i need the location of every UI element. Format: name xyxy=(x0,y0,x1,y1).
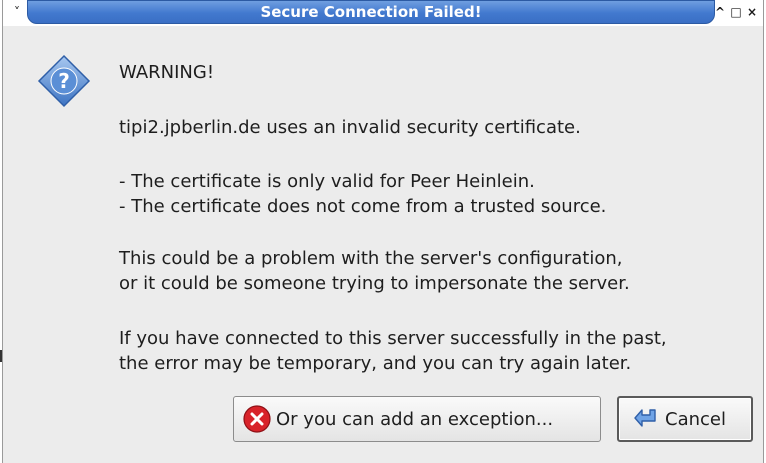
problem-line-2: or it could be someone trying to imperso… xyxy=(119,273,630,294)
window-controls: ^ □ × xyxy=(713,4,759,20)
minimize-button[interactable]: ^ xyxy=(713,4,727,20)
cancel-label: Cancel xyxy=(665,408,726,430)
dialog-window: ˅ Secure Connection Failed! ^ □ × ? WARN… xyxy=(2,0,764,463)
error-x-icon xyxy=(243,405,271,433)
problem-line-1: This could be a problem with the server'… xyxy=(119,248,623,269)
maximize-button[interactable]: □ xyxy=(729,4,743,20)
add-exception-label: Or you can add an exception... xyxy=(276,408,554,430)
window-menu-button[interactable]: ˅ xyxy=(9,4,25,20)
title-bar[interactable]: ˅ Secure Connection Failed! ^ □ × xyxy=(3,0,763,26)
svg-text:?: ? xyxy=(58,69,70,93)
window-title: Secure Connection Failed! xyxy=(27,0,715,24)
cert-reason-2: - The certificate does not come from a t… xyxy=(119,196,607,217)
invalid-cert-message: tipi2.jpberlin.de uses an invalid securi… xyxy=(119,117,581,138)
cancel-button[interactable]: Cancel xyxy=(617,396,753,442)
chevron-down-icon: ˅ xyxy=(14,5,20,19)
add-exception-button[interactable]: Or you can add an exception... xyxy=(233,396,601,442)
back-arrow-icon xyxy=(634,409,656,427)
past-line-2: the error may be temporary, and you can … xyxy=(119,353,632,374)
cert-reason-1: - The certificate is only valid for Peer… xyxy=(119,171,535,192)
warning-heading: WARNING! xyxy=(119,62,215,83)
question-icon: ? xyxy=(37,54,91,108)
close-button[interactable]: × xyxy=(745,4,759,20)
past-line-1: If you have connected to this server suc… xyxy=(119,328,667,349)
